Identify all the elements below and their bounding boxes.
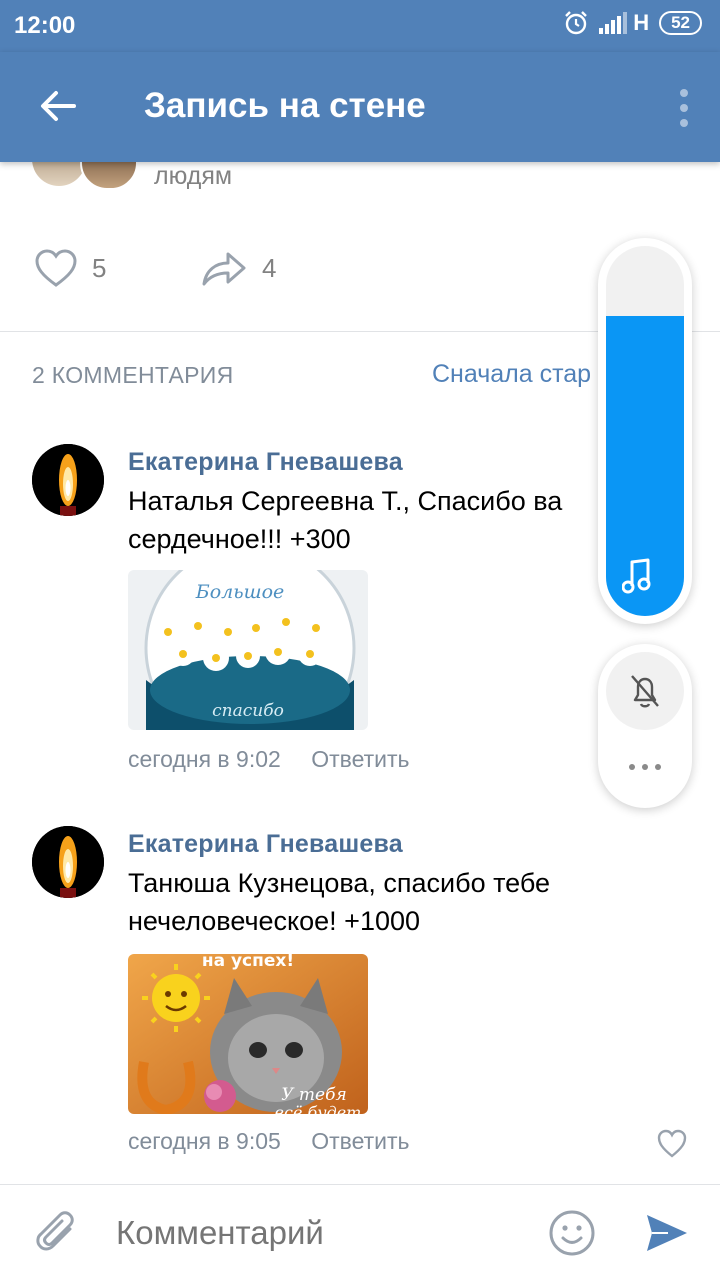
music-note-icon[interactable] (622, 558, 652, 594)
share-button[interactable]: 4 (200, 248, 276, 288)
avatar[interactable] (32, 826, 104, 898)
attach-icon[interactable] (36, 1211, 80, 1257)
liked-by-text: людям (154, 162, 233, 190)
avatar[interactable] (32, 444, 104, 516)
comment-author[interactable]: Екатерина Гневашева (128, 448, 403, 477)
comment-text: Танюша Кузнецова, спасибо тебе нечеловеч… (128, 864, 550, 940)
comment-input[interactable] (114, 1213, 518, 1253)
comments-count-header: 2 КОММЕНТАРИЯ (32, 362, 234, 388)
alarm-icon (565, 11, 588, 35)
volume-panel (598, 238, 692, 624)
image-caption: спасибо (212, 701, 284, 721)
comment-text: Наталья Сергеевна Т., Спасибо ва сердечн… (128, 482, 562, 558)
mute-toggle[interactable] (606, 652, 684, 730)
app-bar: Запись на стене (0, 52, 720, 162)
comment-time: сегодня в 9:02 (128, 746, 281, 772)
comment-image[interactable]: на успех! У тебя всё будет (128, 954, 368, 1114)
liked-by-avatars[interactable] (32, 162, 142, 190)
bell-muted-icon (631, 675, 659, 708)
comment-text-line: нечеловеческое! +1000 (128, 906, 421, 936)
comment-text-line: сердечное!!! +300 (128, 524, 351, 554)
reply-button[interactable]: Ответить (311, 1128, 409, 1154)
likes-count: 5 (92, 252, 107, 283)
signal-icon (599, 12, 628, 34)
page-title: Запись на стене (144, 86, 426, 125)
like-button[interactable]: 5 (34, 248, 106, 288)
avatar (80, 162, 138, 190)
sort-comments-link[interactable]: Сначала стар (432, 360, 591, 389)
status-bar: 12:00 H 52 (0, 0, 720, 52)
image-caption: на успех! (202, 954, 294, 971)
image-caption: всё будет (275, 1103, 362, 1114)
sound-settings-panel (598, 644, 692, 808)
avatar (32, 162, 86, 186)
emoji-icon[interactable] (548, 1209, 596, 1257)
more-horizontal-icon[interactable] (628, 762, 662, 772)
reply-button[interactable]: Ответить (311, 746, 409, 772)
image-caption: У тебя (281, 1085, 347, 1105)
battery-indicator: 52 (659, 11, 702, 35)
status-time: 12:00 (14, 12, 76, 39)
comment-text-line: Наталья Сергеевна Т., Спасибо ва (128, 486, 563, 516)
comment-author[interactable]: Екатерина Гневашева (128, 830, 403, 859)
more-vertical-icon[interactable] (678, 88, 690, 128)
comment-meta: сегодня в 9:05 Ответить (128, 1128, 410, 1155)
share-arrow-icon (202, 252, 246, 286)
image-caption: Большое (195, 581, 285, 603)
comment-time: сегодня в 9:05 (128, 1128, 281, 1154)
back-arrow-icon[interactable] (34, 82, 82, 130)
comment-text-line: Танюша Кузнецова, спасибо тебе (128, 868, 551, 898)
shares-count: 4 (262, 252, 277, 283)
comment-image[interactable]: Большое спасибо (128, 570, 368, 730)
comment-composer (0, 1184, 720, 1281)
network-type: H (633, 10, 650, 35)
comment-meta: сегодня в 9:02 Ответить (128, 746, 410, 773)
candle-image (32, 826, 104, 898)
heart-icon (35, 249, 77, 287)
status-icons: H 52 (563, 10, 702, 36)
candle-image (32, 444, 104, 516)
heart-icon[interactable] (656, 1128, 688, 1160)
send-icon[interactable] (644, 1211, 690, 1255)
